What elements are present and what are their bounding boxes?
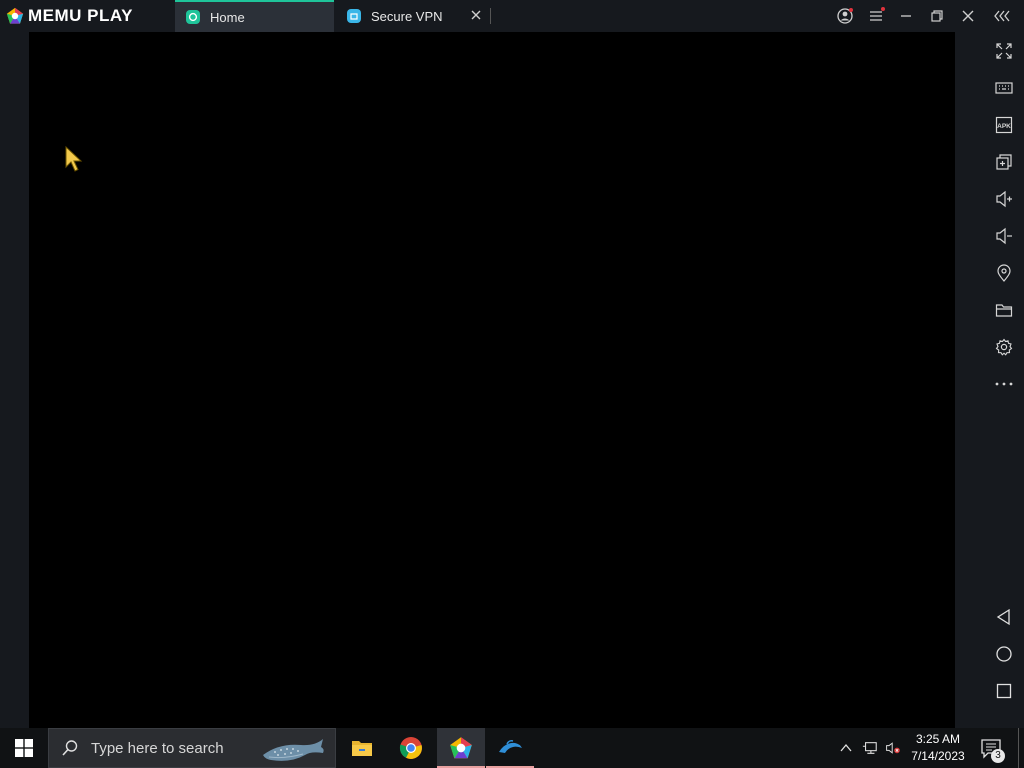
tab-divider [490, 8, 491, 24]
dolphin-icon [499, 740, 522, 753]
taskbar-dolphin[interactable] [486, 728, 534, 768]
fullscreen-icon [996, 43, 1012, 59]
taskbar-search-box[interactable]: Type here to search [48, 728, 336, 768]
volume-up-button[interactable] [993, 188, 1015, 210]
more-button[interactable] [993, 372, 1015, 394]
search-placeholder: Type here to search [91, 739, 224, 757]
android-back-button[interactable] [993, 606, 1015, 628]
collapse-sidebar-icon [994, 10, 1010, 22]
tab-label: Secure VPN [371, 8, 443, 24]
vpn-tab-icon [347, 9, 361, 23]
windows-logo-icon [15, 739, 33, 757]
tab-home[interactable]: Home [175, 0, 334, 32]
more-icon [995, 382, 1013, 386]
keyboard-mapping-button[interactable] [993, 77, 1015, 99]
settings-button[interactable] [993, 336, 1015, 358]
clock-time: 3:25 AM [915, 732, 961, 746]
right-toolbar: APK [985, 32, 1024, 728]
volume-up-icon [996, 190, 1012, 208]
scroll-strip [955, 32, 985, 728]
close-window-button[interactable] [953, 0, 983, 32]
keyboard-mapping-icon [995, 82, 1013, 94]
taskbar-file-explorer[interactable] [338, 728, 386, 768]
taskbar-chrome[interactable] [387, 728, 435, 768]
volume-down-icon [996, 227, 1012, 245]
chrome-icon [399, 737, 422, 759]
account-button[interactable] [830, 0, 860, 32]
title-bar: MEMU PLAY Home Secure VPN [0, 0, 1024, 32]
multi-instance-icon [996, 154, 1012, 170]
account-icon [837, 8, 853, 24]
menu-icon [870, 7, 885, 21]
show-desktop-button[interactable] [1018, 728, 1024, 768]
volume-down-button[interactable] [993, 225, 1015, 247]
memu-icon [450, 737, 472, 759]
start-button[interactable] [0, 728, 48, 768]
minimize-icon [901, 15, 911, 17]
file-explorer-icon [352, 741, 372, 756]
clock-date: 7/14/2023 [911, 749, 965, 763]
apk-install-button[interactable]: APK [993, 114, 1015, 136]
settings-icon [995, 338, 1013, 356]
whale-shark-illustration-icon [263, 739, 324, 761]
restore-icon [931, 10, 943, 22]
android-home-button[interactable] [993, 643, 1015, 665]
android-recent-apps-button[interactable] [993, 680, 1015, 702]
volume-tray-button[interactable] [885, 740, 901, 756]
shared-folder-button[interactable] [993, 299, 1015, 321]
speaker-muted-icon [886, 742, 900, 754]
recent-apps-icon [996, 683, 1012, 699]
chevron-up-icon [840, 743, 852, 752]
network-icon [862, 742, 877, 754]
minimize-button[interactable] [891, 0, 921, 32]
taskbar-memu[interactable] [437, 728, 485, 768]
left-frame [0, 32, 29, 728]
location-icon [997, 264, 1011, 282]
app-name: MEMU PLAY [28, 6, 133, 25]
location-button[interactable] [993, 262, 1015, 284]
shared-folder-icon [995, 304, 1013, 317]
restore-button[interactable] [922, 0, 952, 32]
close-tab-icon[interactable] [469, 8, 483, 22]
home-icon [996, 646, 1012, 662]
back-icon [996, 608, 1010, 626]
mouse-cursor-icon [65, 145, 83, 172]
emulator-screen[interactable] [29, 32, 955, 728]
home-tab-icon [186, 10, 200, 24]
notification-count-badge: 3 [991, 749, 1005, 763]
collapse-sidebar-button[interactable] [988, 0, 1018, 32]
system-clock[interactable]: 3:25 AM 7/14/2023 [906, 731, 970, 765]
fullscreen-button[interactable] [993, 40, 1015, 62]
tab-secure-vpn[interactable]: Secure VPN [336, 0, 491, 32]
search-icon [62, 740, 78, 756]
tab-label: Home [210, 9, 245, 25]
svg-text:APK: APK [997, 123, 1011, 130]
close-icon [962, 10, 974, 22]
multi-instance-button[interactable] [993, 151, 1015, 173]
apk-install-icon: APK [995, 116, 1013, 134]
app-logo: MEMU PLAY [6, 6, 133, 26]
memu-logo-icon [6, 7, 24, 24]
menu-button[interactable] [861, 0, 891, 32]
network-tray-button[interactable] [862, 740, 878, 756]
windows-taskbar: Type here to search 3:25 AM 7/14/2023 3 [0, 728, 1024, 768]
show-hidden-icons-button[interactable] [838, 740, 854, 756]
